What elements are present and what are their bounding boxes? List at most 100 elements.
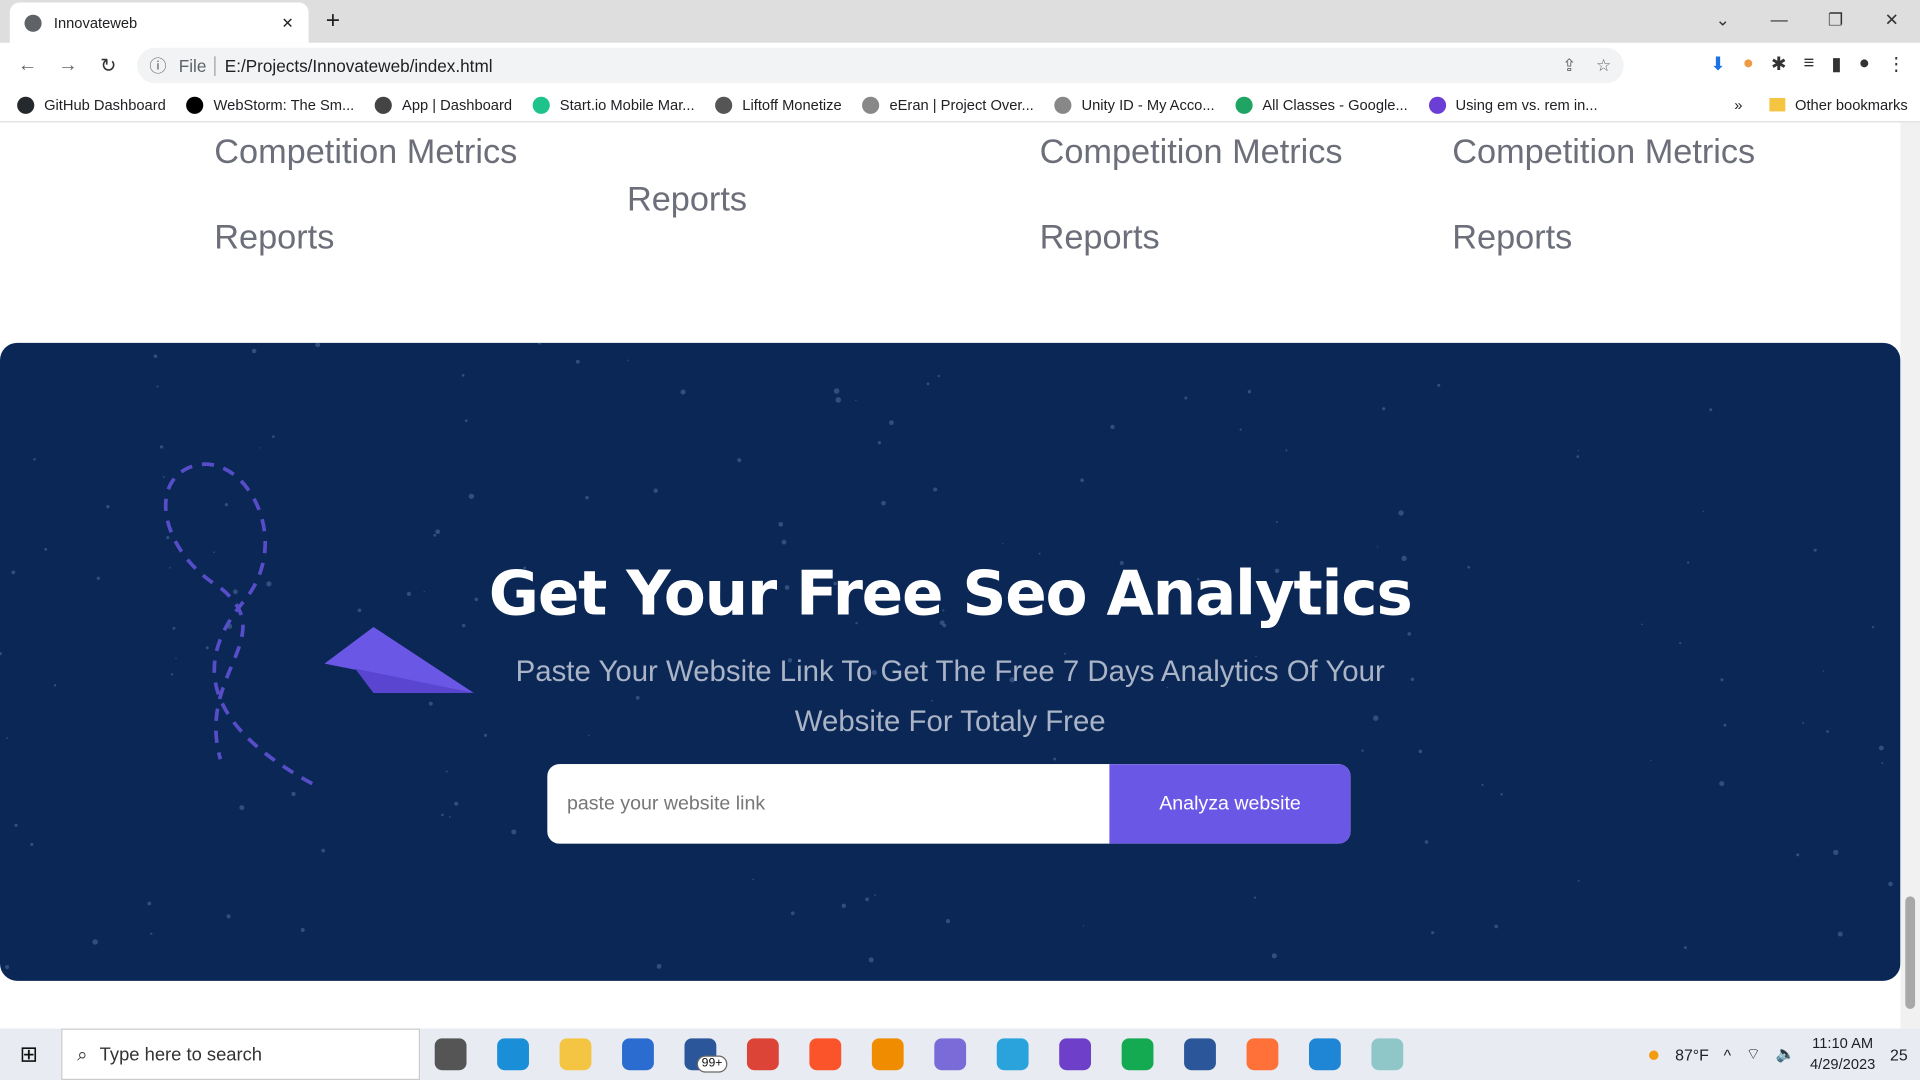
bookmark-item[interactable]: Using em vs. rem in... [1428, 96, 1598, 114]
feature-item: Reports [1039, 217, 1160, 256]
star [835, 397, 842, 403]
back-button[interactable]: ← [7, 54, 47, 76]
tab-innovateweb[interactable]: Innovateweb ✕ [9, 2, 309, 43]
volume-icon[interactable]: 🔈 [1775, 1044, 1795, 1064]
bookmark-favicon-icon [532, 96, 551, 114]
star [30, 842, 34, 846]
extensions-icon[interactable]: ✱ [1771, 53, 1786, 75]
vscode-icon[interactable] [1308, 1038, 1341, 1071]
star [159, 445, 164, 449]
star [1424, 840, 1429, 844]
page-scrollbar[interactable] [1900, 122, 1920, 1029]
star [147, 901, 152, 906]
share-icon[interactable]: ⇪ [1562, 55, 1576, 76]
bookmark-favicon-icon [715, 96, 733, 114]
star [205, 646, 209, 650]
website-link-input[interactable] [547, 764, 1110, 844]
task-view-icon[interactable] [434, 1038, 467, 1071]
star [1082, 925, 1085, 927]
bookmark-item[interactable]: Liftoff Monetize [715, 96, 842, 114]
vlc-icon[interactable] [871, 1038, 904, 1071]
close-icon[interactable]: ✕ [282, 14, 294, 31]
app-icon[interactable] [1371, 1038, 1404, 1071]
edge-icon[interactable] [497, 1038, 529, 1071]
star [0, 652, 2, 656]
star [1878, 745, 1884, 751]
network-icon[interactable]: ⌔ [1746, 1044, 1761, 1064]
star [1481, 783, 1484, 787]
bookmark-item[interactable]: All Classes - Google... [1235, 96, 1408, 114]
star-icon[interactable]: ☆ [1596, 55, 1611, 76]
notifications-icon[interactable]: 25 [1890, 1045, 1908, 1063]
star [1702, 510, 1704, 513]
download-icon[interactable]: ⬇ [1710, 53, 1725, 75]
github-desktop-icon[interactable] [1059, 1038, 1092, 1071]
star [1822, 670, 1825, 672]
weather-icon[interactable]: ● [1647, 1041, 1660, 1067]
close-window-button[interactable]: ✕ [1864, 0, 1920, 39]
firefox-icon[interactable] [1246, 1038, 1279, 1071]
windows-start-icon[interactable]: ⊞ [20, 1041, 38, 1067]
profile-avatar[interactable]: ● [1859, 53, 1870, 75]
star [1723, 723, 1727, 727]
star [33, 458, 36, 461]
restore-button[interactable]: ❐ [1807, 0, 1863, 39]
bookmark-item[interactable]: App | Dashboard [375, 96, 512, 114]
reload-button[interactable]: ↻ [88, 53, 128, 77]
tab-search-icon[interactable]: ⌄ [1695, 0, 1751, 39]
menu-icon[interactable]: ⋮ [1887, 53, 1905, 75]
seo-cta-section: Get Your Free Seo Analytics Paste Your W… [0, 342, 1901, 981]
tray-chevron-icon[interactable]: ^ [1724, 1045, 1731, 1063]
minimize-button[interactable]: — [1751, 0, 1807, 39]
star [1053, 757, 1057, 761]
chrome-icon[interactable] [746, 1038, 779, 1071]
cta-subtitle: Paste Your Website Link To Get The Free … [515, 655, 1385, 739]
mongodb-icon[interactable] [1121, 1038, 1154, 1071]
star [14, 823, 18, 827]
bookmark-item[interactable]: GitHub Dashboard [17, 96, 166, 114]
bookmark-item[interactable]: eEran | Project Over... [862, 96, 1034, 114]
store-icon[interactable] [622, 1038, 654, 1071]
star [259, 447, 261, 449]
scrollbar-thumb[interactable] [1905, 896, 1916, 1009]
copilot-icon[interactable] [934, 1038, 967, 1071]
info-icon[interactable]: ⓘ [149, 53, 166, 77]
url-text[interactable]: E:/Projects/Innovateweb/index.html [225, 56, 493, 76]
bookmark-favicon-icon [1054, 96, 1072, 114]
star [92, 939, 98, 945]
bookmark-item[interactable]: Unity ID - My Acco... [1054, 96, 1215, 114]
star [1683, 946, 1687, 950]
file-explorer-icon[interactable] [559, 1038, 592, 1071]
weather-temp[interactable]: 87°F [1675, 1045, 1709, 1063]
analyze-form: Analyza website [547, 764, 1351, 844]
star [833, 388, 840, 394]
color-extension-icon[interactable]: ● [1743, 53, 1754, 75]
star [868, 957, 874, 963]
brave-icon[interactable] [809, 1038, 842, 1071]
star [1679, 642, 1682, 645]
tab-strip: Innovateweb ✕ + ⌄ — ❐ ✕ [0, 0, 1920, 43]
star [1650, 759, 1652, 761]
mail-icon[interactable]: 99+ [684, 1038, 728, 1073]
address-bar[interactable]: ⓘ File E:/Projects/Innovateweb/index.htm… [137, 47, 1624, 84]
clock[interactable]: 11:10 AM 4/29/2023 [1810, 1033, 1875, 1075]
star [653, 488, 658, 493]
sidepanel-icon[interactable]: ▮ [1831, 53, 1841, 75]
bookmark-item[interactable]: WebStorm: The Sm... [186, 96, 354, 114]
star [53, 684, 57, 687]
star [435, 529, 441, 535]
star [1833, 849, 1839, 856]
media-icon[interactable]: ≡ [1804, 53, 1815, 75]
new-tab-button[interactable]: + [326, 7, 340, 35]
taskbar-search[interactable]: ⌕ Type here to search [61, 1028, 421, 1080]
forward-button[interactable]: → [48, 54, 88, 76]
more-bookmarks-button[interactable]: » [1734, 96, 1742, 113]
bookmark-favicon-icon [1235, 96, 1253, 114]
bookmark-item[interactable]: Start.io Mobile Mar... [532, 96, 695, 114]
other-bookmarks[interactable]: » Other bookmarks [1734, 96, 1908, 113]
word-icon[interactable] [1184, 1038, 1216, 1071]
analyze-website-button[interactable]: Analyza website [1109, 764, 1351, 844]
star [937, 374, 941, 378]
telegram-icon[interactable] [996, 1038, 1029, 1071]
star [291, 791, 296, 797]
